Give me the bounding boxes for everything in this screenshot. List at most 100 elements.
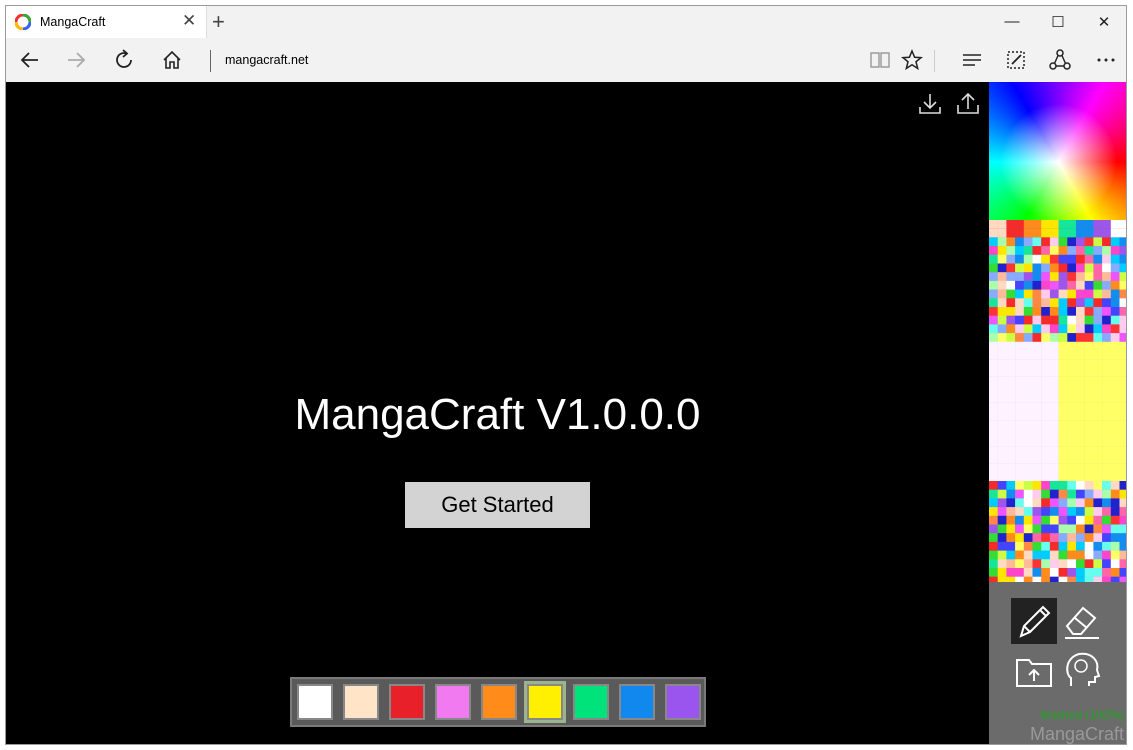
palette-cell[interactable] bbox=[1032, 463, 1042, 473]
palette-cell[interactable] bbox=[1058, 289, 1068, 299]
palette-cell[interactable] bbox=[1023, 307, 1033, 316]
palette-cell[interactable] bbox=[1119, 333, 1128, 342]
palette-cell[interactable] bbox=[1093, 263, 1103, 273]
palette-cell[interactable] bbox=[1076, 507, 1085, 516]
palette-cell[interactable] bbox=[1023, 437, 1033, 447]
palette-cell[interactable] bbox=[1049, 315, 1059, 325]
palette-cell[interactable] bbox=[1058, 437, 1068, 447]
palette-cell[interactable] bbox=[1015, 454, 1024, 464]
palette-cell[interactable] bbox=[1032, 324, 1042, 334]
palette-cell[interactable] bbox=[1032, 246, 1042, 255]
palette-cell[interactable] bbox=[997, 446, 1007, 456]
palette-cell[interactable] bbox=[1023, 254, 1033, 264]
palette-cell[interactable] bbox=[1006, 481, 1016, 490]
palette-cell[interactable] bbox=[1006, 350, 1016, 360]
palette-cell[interactable] bbox=[1076, 315, 1085, 325]
palette-cell[interactable] bbox=[1084, 428, 1094, 438]
palette-cell[interactable] bbox=[1058, 272, 1068, 282]
palette-cell[interactable] bbox=[989, 411, 998, 421]
palette-cell[interactable] bbox=[1076, 350, 1085, 360]
palette-cell[interactable] bbox=[997, 376, 1007, 386]
palette-cell[interactable] bbox=[1041, 376, 1051, 386]
palette-cell[interactable] bbox=[1110, 246, 1120, 255]
palette-cell[interactable] bbox=[1110, 411, 1120, 421]
palette-cell[interactable] bbox=[1049, 550, 1059, 560]
palette-cell[interactable] bbox=[1084, 359, 1094, 369]
palette-cell[interactable] bbox=[1093, 350, 1103, 360]
palette-cell[interactable] bbox=[1067, 472, 1077, 482]
palette-cell[interactable] bbox=[1032, 289, 1042, 299]
palette-cell[interactable] bbox=[1058, 550, 1068, 560]
color-swatch[interactable] bbox=[435, 684, 471, 720]
palette-cell[interactable] bbox=[1049, 280, 1059, 290]
palette-cell[interactable] bbox=[1058, 376, 1068, 386]
palette-cell[interactable] bbox=[997, 367, 1007, 377]
palette-cell[interactable] bbox=[1049, 237, 1059, 247]
palette-cell[interactable] bbox=[1015, 246, 1024, 255]
palette-cell[interactable] bbox=[1093, 489, 1103, 499]
palette-cell[interactable] bbox=[1006, 307, 1016, 316]
palette-cell[interactable] bbox=[1041, 263, 1051, 273]
palette-cell[interactable] bbox=[997, 454, 1007, 464]
palette-cell[interactable] bbox=[1093, 385, 1103, 395]
palette-cell[interactable] bbox=[989, 254, 998, 264]
palette-cell[interactable] bbox=[1015, 411, 1024, 421]
palette-cell[interactable] bbox=[1049, 228, 1059, 238]
palette-cell[interactable] bbox=[1076, 541, 1085, 551]
palette-cell[interactable] bbox=[1067, 411, 1077, 421]
palette-cell[interactable] bbox=[1041, 367, 1051, 377]
palette-cell[interactable] bbox=[1067, 541, 1077, 551]
palette-cell[interactable] bbox=[1067, 307, 1077, 316]
palette-cell[interactable] bbox=[989, 298, 998, 308]
palette-cell[interactable] bbox=[1049, 333, 1059, 342]
more-icon[interactable] bbox=[1094, 48, 1118, 72]
palette-cell[interactable] bbox=[1119, 437, 1128, 447]
palette-cell[interactable] bbox=[1110, 568, 1120, 577]
upload-icon[interactable] bbox=[955, 92, 981, 116]
palette-cell[interactable] bbox=[989, 533, 998, 543]
palette-cell[interactable] bbox=[989, 428, 998, 438]
palette-cell[interactable] bbox=[1119, 228, 1128, 238]
palette-cell[interactable] bbox=[1084, 446, 1094, 456]
palette-cell[interactable] bbox=[1015, 437, 1024, 447]
palette-cell[interactable] bbox=[1058, 228, 1068, 238]
palette-cell[interactable] bbox=[1067, 568, 1077, 577]
palette-cell[interactable] bbox=[1067, 420, 1077, 429]
palette-cell[interactable] bbox=[1110, 237, 1120, 247]
web-note-icon[interactable] bbox=[1004, 48, 1028, 72]
palette-cell[interactable] bbox=[1067, 498, 1077, 508]
get-started-button[interactable]: Get Started bbox=[405, 482, 590, 528]
palette-cell[interactable] bbox=[1058, 420, 1068, 429]
palette-cell[interactable] bbox=[1015, 289, 1024, 299]
palette-cell[interactable] bbox=[1006, 533, 1016, 543]
palette-cell[interactable] bbox=[1006, 246, 1016, 255]
palette-cell[interactable] bbox=[1102, 402, 1111, 412]
palette-cell[interactable] bbox=[1058, 359, 1068, 369]
palette-cell[interactable] bbox=[1110, 481, 1120, 490]
palette-cell[interactable] bbox=[1058, 524, 1068, 534]
palette-cell[interactable] bbox=[1058, 307, 1068, 316]
palette-cell[interactable] bbox=[1076, 341, 1085, 351]
palette-cell[interactable] bbox=[1006, 472, 1016, 482]
palette-cell[interactable] bbox=[1015, 298, 1024, 308]
palette-cell[interactable] bbox=[1076, 446, 1085, 456]
palette-cell[interactable] bbox=[997, 280, 1007, 290]
palette-cell[interactable] bbox=[1058, 333, 1068, 342]
palette-cell[interactable] bbox=[1119, 359, 1128, 369]
palette-cell[interactable] bbox=[1006, 437, 1016, 447]
palette-cell[interactable] bbox=[1093, 367, 1103, 377]
palette-cell[interactable] bbox=[1093, 437, 1103, 447]
home-icon[interactable] bbox=[160, 48, 184, 72]
palette-cell[interactable] bbox=[1023, 533, 1033, 543]
palette-cell[interactable] bbox=[997, 272, 1007, 282]
share-icon[interactable] bbox=[1048, 48, 1072, 72]
palette-cell[interactable] bbox=[1084, 220, 1094, 229]
palette-cell[interactable] bbox=[1093, 411, 1103, 421]
palette-cell[interactable] bbox=[997, 550, 1007, 560]
palette-cell[interactable] bbox=[1102, 220, 1111, 229]
palette-cell[interactable] bbox=[1110, 498, 1120, 508]
palette-cell[interactable] bbox=[989, 541, 998, 551]
palette-cell[interactable] bbox=[1110, 220, 1120, 229]
palette-cell[interactable] bbox=[1006, 263, 1016, 273]
palette-cell[interactable] bbox=[1067, 394, 1077, 403]
